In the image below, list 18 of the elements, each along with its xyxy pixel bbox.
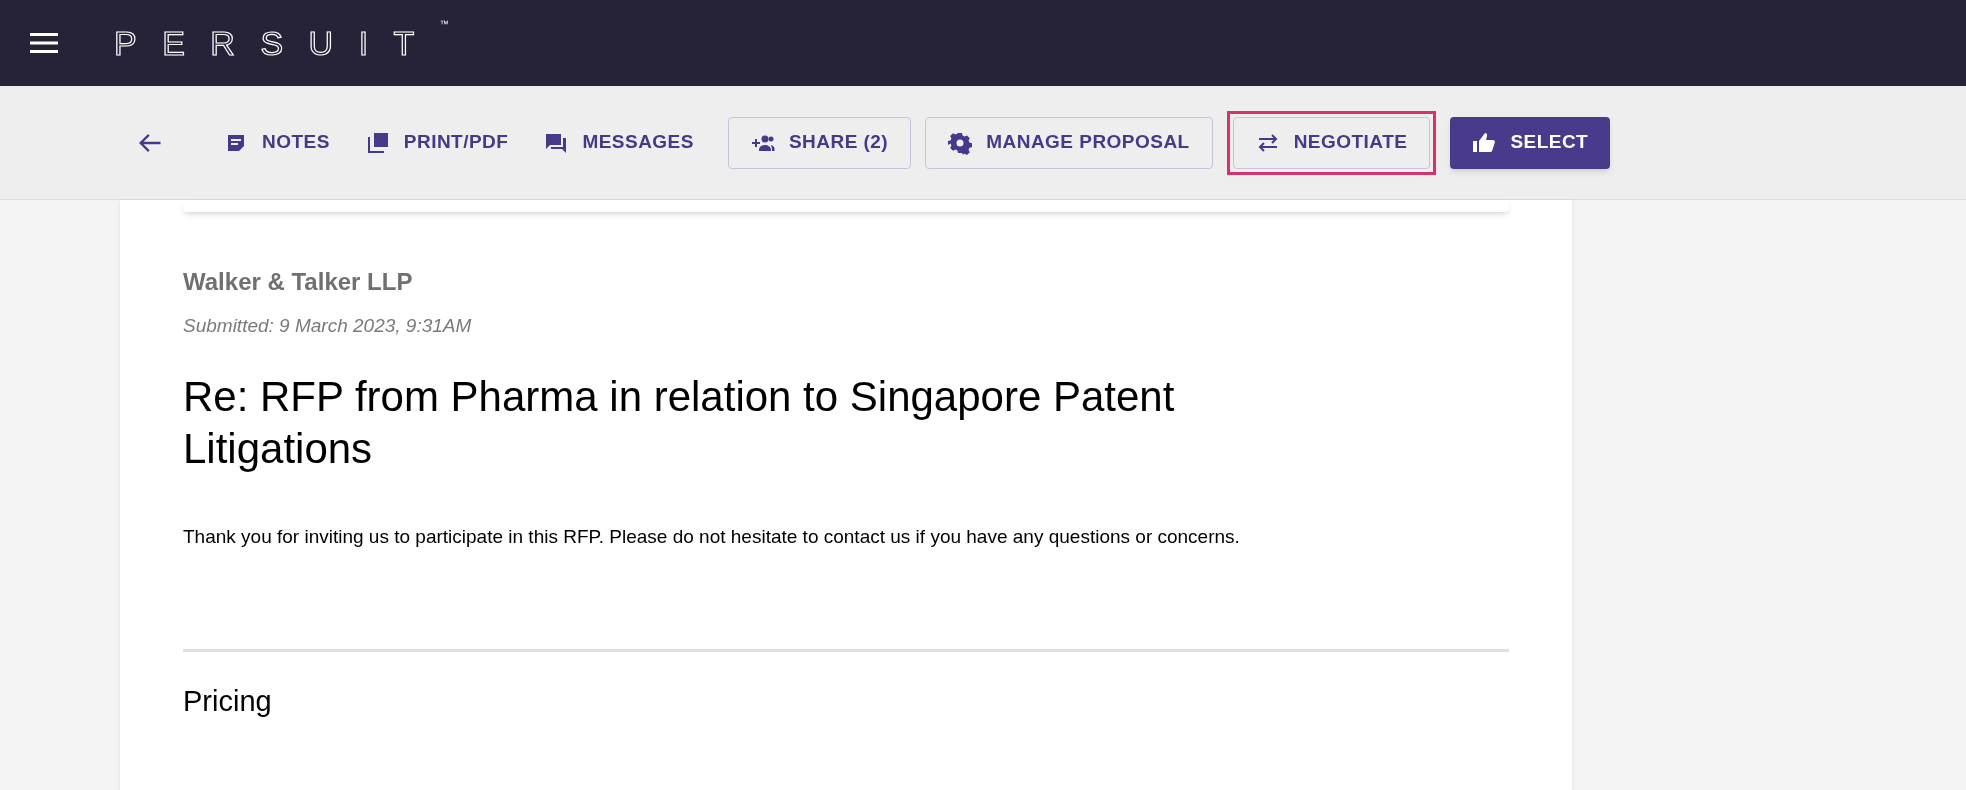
toolbar-link[interactable]: PRINT/PDF [363,116,511,169]
toolbar-link[interactable]: MESSAGES [542,116,696,169]
proposal-title: Re: RFP from Pharma in relation to Singapore Patent Litigations [183,371,1176,474]
toolbar-button[interactable]: NEGOTIATE [1232,116,1431,169]
menu-icon[interactable] [30,32,58,54]
settings-icon [948,130,973,155]
thumbs-up-icon [1472,130,1497,155]
submitted-date: Submitted: 9 March 2023, 9:31AM [183,314,473,338]
pdf-icon [365,130,390,155]
trademark: ™ [439,17,449,31]
toolbar-link[interactable]: NOTES [222,116,332,169]
toolbar-button[interactable]: MANAGE PROPOSAL [925,116,1213,169]
toolbar-button[interactable]: SHARE (2) [727,116,912,169]
section-heading: Pricing [183,684,273,719]
logo: PERSUIT [114,22,440,64]
firm-name: Walker & Talker LLP [183,267,414,297]
toolbar-button[interactable]: SELECT [1450,116,1611,169]
message-text: Thank you for inviting us to participate in this RFP. Please do not hesitate to contact us if you have any questions or concerns. [183,524,1241,549]
